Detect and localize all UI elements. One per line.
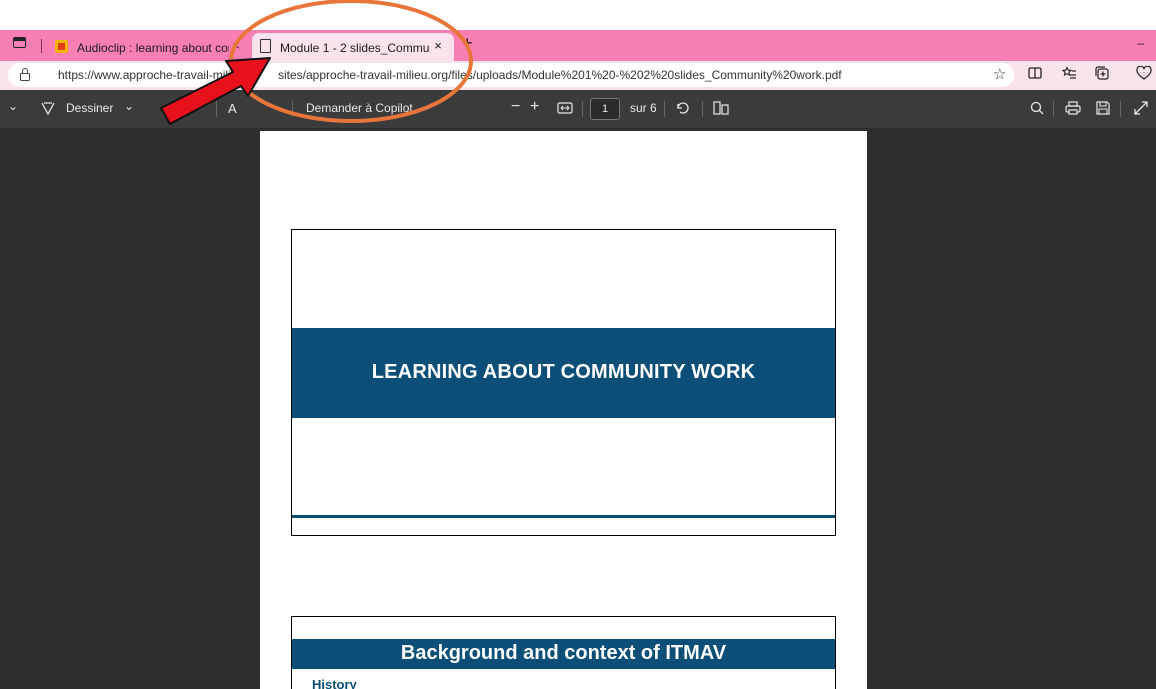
page-total: sur 6 [630,101,657,115]
new-tab-button[interactable]: + [462,33,473,54]
draw-icon[interactable] [40,100,56,116]
split-screen-icon[interactable] [1028,66,1042,80]
full-screen-icon[interactable] [1134,101,1148,115]
slide-1-title: LEARNING ABOUT COMMUNITY WORK [371,361,756,383]
slide-2: Background and context of ITMAV History [291,616,836,689]
top-margin [0,0,1156,30]
pdf-viewer[interactable]: LEARNING ABOUT COMMUNITY WORK Background… [0,128,1156,689]
toolbar-separator [702,101,703,117]
toolbar-separator [1120,101,1121,117]
rotate-icon[interactable] [675,100,691,116]
lock-icon[interactable] [20,68,30,81]
browser-essentials-icon[interactable] [1136,66,1152,80]
zoom-out-button[interactable]: − [511,98,520,116]
slide-2-title: Background and context of ITMAV [400,642,727,664]
toolbar-separator [216,101,217,117]
slide-1: LEARNING ABOUT COMMUNITY WORK [291,229,836,536]
audioclip-favicon-icon [55,40,68,53]
toolbar-separator [292,101,293,117]
workspaces-icon[interactable] [13,37,26,48]
print-icon[interactable] [1065,101,1081,115]
tab-bar-separator [41,39,42,53]
slide-2-title-band: Background and context of ITMAV [292,639,835,669]
tab-module-pdf[interactable]: Module 1 - 2 slides_Community work.pdf × [252,33,454,61]
pdf-page: LEARNING ABOUT COMMUNITY WORK Background… [260,131,867,689]
toolbar-separator [664,101,665,117]
save-icon[interactable] [1096,101,1110,115]
slide-1-title-band: LEARNING ABOUT COMMUNITY WORK [292,328,835,418]
zoom-in-button[interactable]: + [530,98,539,116]
search-icon[interactable] [1030,101,1044,115]
page-number-input[interactable]: 1 [590,98,620,120]
collections-icon[interactable] [1095,66,1110,80]
url-path-text: sites/approche-travail-milieu.org/files/… [278,68,842,82]
favorites-icon[interactable] [1062,66,1077,80]
address-bar: https://www.approche-travail-milieu.org/… [0,61,1156,90]
ask-copilot-button[interactable]: Demander à Copilot [306,101,413,115]
draw-button[interactable]: Dessiner [66,101,113,115]
close-tab-icon[interactable]: × [228,39,244,53]
toolbar-separator [1053,101,1054,117]
pdf-toolbar: ⌄ Dessiner ⌄ A Demander à Copilot − + 1 … [0,90,1156,128]
draw-options-chevron-icon[interactable]: ⌄ [124,99,134,113]
more-tools-chevron-icon[interactable]: ⌄ [8,99,18,113]
fit-width-icon[interactable] [557,101,573,115]
close-tab-icon[interactable]: × [430,39,446,53]
tab-audioclip[interactable]: Audioclip : learning about community wor… [47,33,252,61]
toolbar-separator [582,101,583,117]
slide-1-footer-line [292,515,835,518]
minimize-button[interactable]: – [1137,36,1144,50]
tab-title: Module 1 - 2 slides_Community work.pdf [280,41,430,55]
url-overlap [236,63,280,87]
tab-title: Audioclip : learning about community wor… [77,41,229,55]
page-view-icon[interactable] [713,101,729,115]
favorite-star-icon[interactable]: ☆ [993,65,1006,83]
text-size-button[interactable]: A [228,101,237,116]
tab-bar: Audioclip : learning about community wor… [0,30,1156,61]
slide-2-subtitle: History [312,677,357,689]
url-field[interactable]: https://www.approche-travail-milieu.org/… [8,63,1014,87]
pdf-document-icon [260,39,271,53]
